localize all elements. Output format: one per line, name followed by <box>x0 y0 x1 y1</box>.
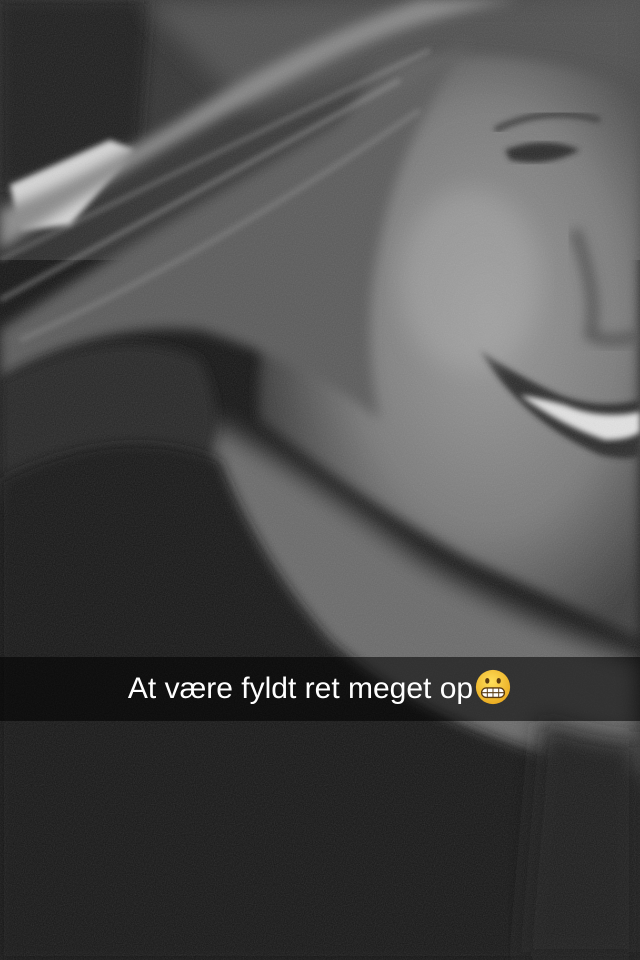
grimacing-face-emoji <box>475 669 511 705</box>
caption-bar: At være fyldt ret meget op <box>0 657 640 721</box>
caption-text: At være fyldt ret meget op <box>127 672 474 705</box>
snap-viewer[interactable]: At være fyldt ret meget op <box>0 0 640 960</box>
selfie-photo <box>0 0 640 960</box>
